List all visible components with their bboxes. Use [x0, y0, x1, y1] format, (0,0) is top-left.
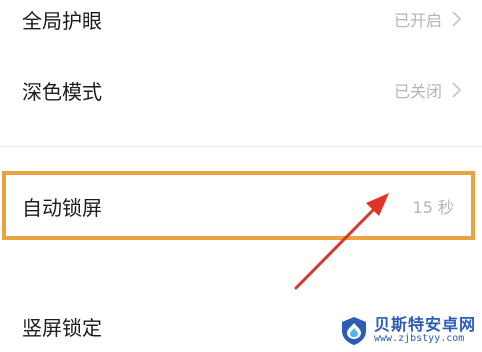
setting-value: 已关闭 [393, 82, 442, 101]
setting-value-group: 已开启 [394, 7, 464, 31]
setting-label: 竖屏锁定 [22, 315, 102, 340]
setting-label: 深色模式 [22, 79, 102, 104]
row-divider [0, 146, 482, 147]
setting-value-group: 15 秒 [413, 194, 454, 218]
chevron-right-icon [452, 11, 462, 27]
setting-label: 全局护眼 [22, 8, 102, 33]
watermark-title: 贝斯特安卓网 [373, 315, 476, 335]
setting-value-group: 已关闭 [394, 78, 464, 102]
setting-value: 15 秒 [412, 198, 454, 217]
setting-row-auto-lock[interactable]: 自动锁屏 15 秒 [0, 175, 482, 237]
chevron-right-icon [452, 82, 462, 98]
watermark: 贝斯特安卓网 www.zjbstyy.com [339, 315, 476, 347]
watermark-text: 贝斯特安卓网 www.zjbstyy.com [374, 317, 476, 344]
setting-label: 自动锁屏 [22, 195, 102, 220]
setting-row-eye-protection[interactable]: 全局护眼 已开启 [0, 0, 482, 38]
setting-value: 已开启 [393, 11, 442, 30]
shield-logo-icon [341, 317, 366, 345]
setting-row-dark-mode[interactable]: 深色模式 已关闭 [0, 58, 482, 122]
watermark-url: www.zjbstyy.com [373, 333, 465, 345]
